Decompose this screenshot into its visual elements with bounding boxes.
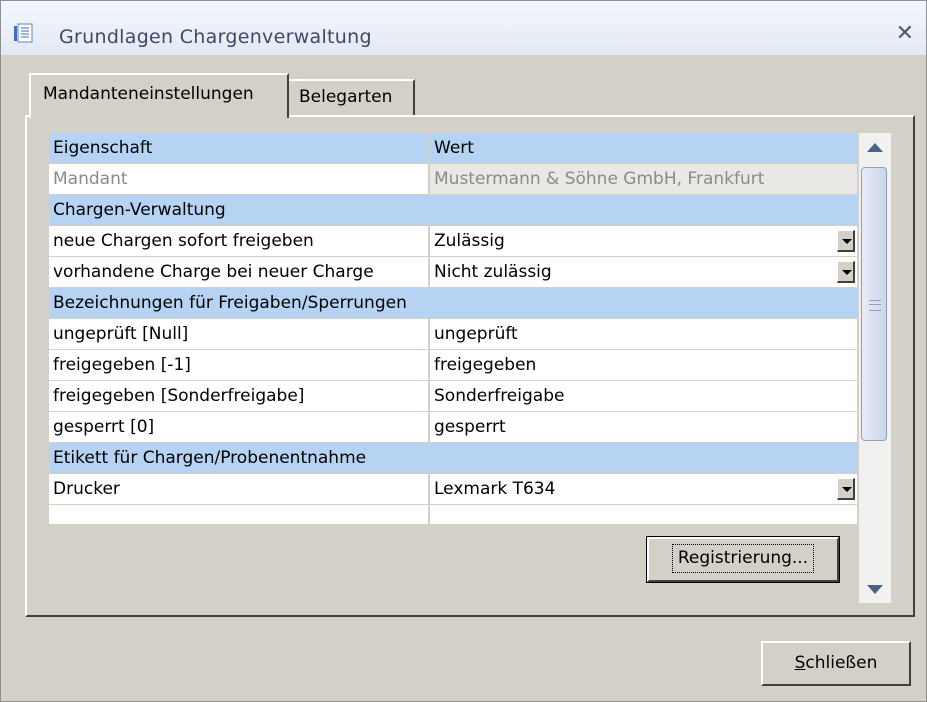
property-name: Mandant: [49, 164, 429, 194]
property-name: freigegeben [-1]: [49, 350, 429, 380]
property-value-select[interactable]: Nicht zulässig: [430, 257, 857, 287]
grid-row-mandant: Mandant Mustermann & Söhne GmbH, Frankfu…: [49, 164, 857, 195]
title-bar[interactable]: Grundlagen Chargenverwaltung ✕: [1, 1, 926, 55]
tab-label: Mandanteneinstellungen: [43, 84, 254, 104]
tab-belegarten[interactable]: Belegarten: [289, 79, 415, 115]
grid-row-drucker[interactable]: Drucker Lexmark T634: [49, 474, 857, 505]
grid-row-ungeprueft[interactable]: ungeprüft [Null] ungeprüft: [49, 319, 857, 350]
grid-row-sonderfreigabe[interactable]: freigegeben [Sonderfreigabe] Sonderfreig…: [49, 381, 857, 412]
scroll-down-arrow-icon[interactable]: [859, 577, 891, 603]
tab-label: Belegarten: [299, 87, 393, 107]
select-value: Nicht zulässig: [434, 262, 552, 282]
dialog-window: Grundlagen Chargenverwaltung ✕ Mandanten…: [0, 0, 927, 702]
registrierung-button[interactable]: Registrierung...: [646, 536, 840, 583]
button-label: Registrierung...: [671, 544, 815, 573]
scrollbar-thumb[interactable]: [861, 167, 887, 441]
property-name: gesperrt [0]: [49, 412, 429, 442]
grid-row-gesperrt[interactable]: gesperrt [0] gesperrt: [49, 412, 857, 443]
property-value-input[interactable]: freigegeben: [430, 350, 857, 380]
properties-list-icon: [14, 23, 33, 43]
select-value: Lexmark T634: [434, 479, 556, 499]
grid-section-row: Bezeichnungen für Freigaben/Sperrungen: [49, 288, 857, 319]
dropdown-arrow-icon[interactable]: [837, 261, 855, 283]
grid-section-row: Etikett für Chargen/Probenentnahme: [49, 443, 857, 474]
vertical-scrollbar[interactable]: [859, 133, 891, 603]
grid-header-row: Eigenschaft Wert: [49, 133, 857, 164]
grid-section-row: Chargen-Verwaltung: [49, 195, 857, 226]
property-name: vorhandene Charge bei neuer Charge: [49, 257, 429, 287]
grid-row-partial[interactable]: [49, 505, 857, 524]
property-value-input[interactable]: Sonderfreigabe: [430, 381, 857, 411]
property-name: neue Chargen sofort freigeben: [49, 226, 429, 256]
scroll-up-arrow-icon[interactable]: [859, 133, 891, 159]
dropdown-arrow-icon[interactable]: [837, 478, 855, 500]
button-label: Schließen: [794, 653, 878, 673]
property-value-select[interactable]: Zulässig: [430, 226, 857, 256]
section-title: Etikett für Chargen/Probenentnahme: [49, 443, 857, 473]
schliessen-button[interactable]: Schließen: [761, 641, 911, 686]
grid-row-freigegeben[interactable]: freigegeben [-1] freigegeben: [49, 350, 857, 381]
grip-icon: [869, 300, 881, 311]
property-name: freigegeben [Sonderfreigabe]: [49, 381, 429, 411]
grid-row-vorhandene-charge[interactable]: vorhandene Charge bei neuer Charge Nicht…: [49, 257, 857, 288]
property-grid: Eigenschaft Wert Mandant Mustermann & Sö…: [49, 133, 857, 524]
close-icon[interactable]: ✕: [896, 23, 914, 45]
section-title: Bezeichnungen für Freigaben/Sperrungen: [49, 288, 857, 318]
property-name: ungeprüft [Null]: [49, 319, 429, 349]
property-name: [49, 505, 429, 524]
tab-mandanteneinstellungen[interactable]: Mandanteneinstellungen: [29, 73, 289, 118]
section-title: Chargen-Verwaltung: [49, 195, 857, 225]
property-value-input[interactable]: [430, 505, 857, 524]
grid-row-neue-chargen[interactable]: neue Chargen sofort freigeben Zulässig: [49, 226, 857, 257]
dropdown-arrow-icon[interactable]: [837, 230, 855, 252]
column-header-eigenschaft: Eigenschaft: [49, 133, 429, 163]
window-title: Grundlagen Chargenverwaltung: [59, 26, 372, 48]
column-header-wert: Wert: [430, 133, 857, 163]
property-value-input[interactable]: gesperrt: [430, 412, 857, 442]
property-value-input[interactable]: ungeprüft: [430, 319, 857, 349]
select-value: Zulässig: [434, 231, 505, 251]
property-value-select[interactable]: Lexmark T634: [430, 474, 857, 504]
property-value: Mustermann & Söhne GmbH, Frankfurt: [430, 164, 857, 194]
property-name: Drucker: [49, 474, 429, 504]
